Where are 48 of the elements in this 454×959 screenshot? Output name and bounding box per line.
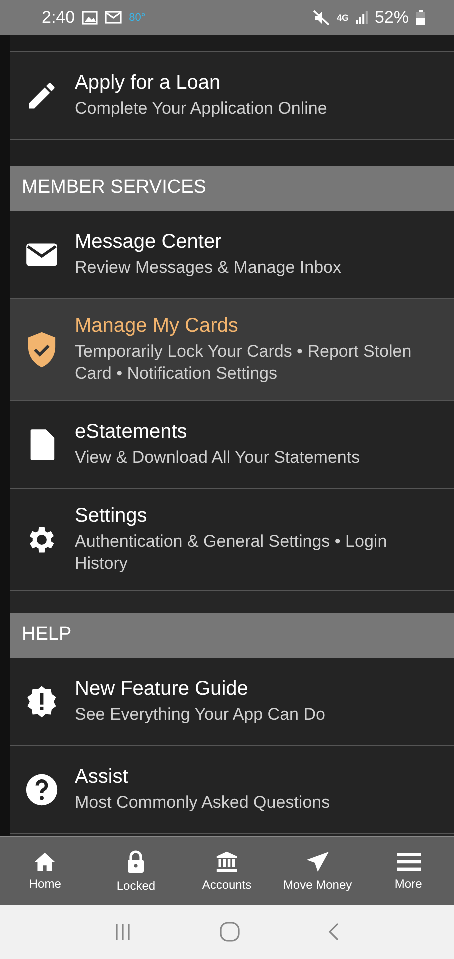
recent-apps-icon[interactable] <box>114 923 132 941</box>
menu-item[interactable]: New Feature Guide See Everything Your App Can Do <box>10 658 454 746</box>
alert-badge-icon <box>25 684 59 718</box>
paper-plane-icon <box>306 850 330 872</box>
item-subtitle: Most Commonly Asked Questions <box>75 792 330 814</box>
menu-item[interactable]: eStatements View & Download All Your Statements <box>10 401 454 489</box>
padlock-icon <box>126 850 146 874</box>
home-button-icon[interactable] <box>218 921 241 943</box>
section-header: HELP <box>10 613 454 658</box>
image-icon <box>82 10 98 24</box>
bank-icon <box>216 850 238 872</box>
battery-icon <box>416 10 426 26</box>
back-icon[interactable] <box>328 922 340 942</box>
item-subtitle: Review Messages & Manage Inbox <box>75 256 342 278</box>
document-icon <box>28 428 56 462</box>
item-title: Settings <box>75 504 148 528</box>
section-header: MEMBER SERVICES <box>10 166 454 211</box>
nav-tab[interactable]: Home <box>0 837 91 905</box>
menu-item[interactable]: Settings Authentication & General Settings • Login History <box>10 489 454 591</box>
signal-icon <box>356 11 368 24</box>
nav-tab[interactable]: Locked <box>90 837 182 905</box>
menu-icon <box>396 852 421 872</box>
item-title: Apply for a Loan <box>75 72 222 94</box>
home-icon <box>34 852 56 872</box>
menu-item[interactable]: Assist Most Commonly Asked Questions <box>10 746 454 834</box>
battery-percent: 52% <box>374 8 409 28</box>
item-subtitle: Complete Your Application Online <box>75 98 328 120</box>
network-type: 4G <box>336 12 349 22</box>
menu-item[interactable]: Message Center Review Messages & Manage Inbox <box>10 211 454 299</box>
temperature: 80° <box>129 12 146 24</box>
clock: 2:40 <box>42 8 76 28</box>
item-subtitle: Authentication & General Settings • Login History <box>75 530 388 574</box>
menu-item[interactable]: Apply for a Loan Complete Your Application Online <box>10 52 454 140</box>
item-subtitle: Temporarily Lock Your Cards • Report Stolen Card • Notification Settings <box>75 340 413 384</box>
help-icon <box>25 772 59 806</box>
item-title: Assist <box>75 766 130 788</box>
nav-tab[interactable]: Accounts <box>182 837 272 905</box>
mail-icon <box>105 11 122 24</box>
nav-tab[interactable]: More <box>363 837 454 905</box>
item-title: New Feature Guide <box>75 678 250 700</box>
item-title: Message Center <box>75 230 223 254</box>
nav-tab[interactable]: Move Money <box>272 837 364 905</box>
menu-item[interactable]: Manage My Cards Temporarily Lock Your Cards • Report Stolen Card • Notification Settings <box>10 299 454 401</box>
item-title: eStatements <box>75 420 188 444</box>
item-subtitle: See Everything Your App Can Do <box>75 704 326 726</box>
item-title: Manage My Cards <box>75 314 240 338</box>
item-subtitle: View & Download All Your Statements <box>75 446 360 468</box>
mute-icon <box>312 10 330 26</box>
